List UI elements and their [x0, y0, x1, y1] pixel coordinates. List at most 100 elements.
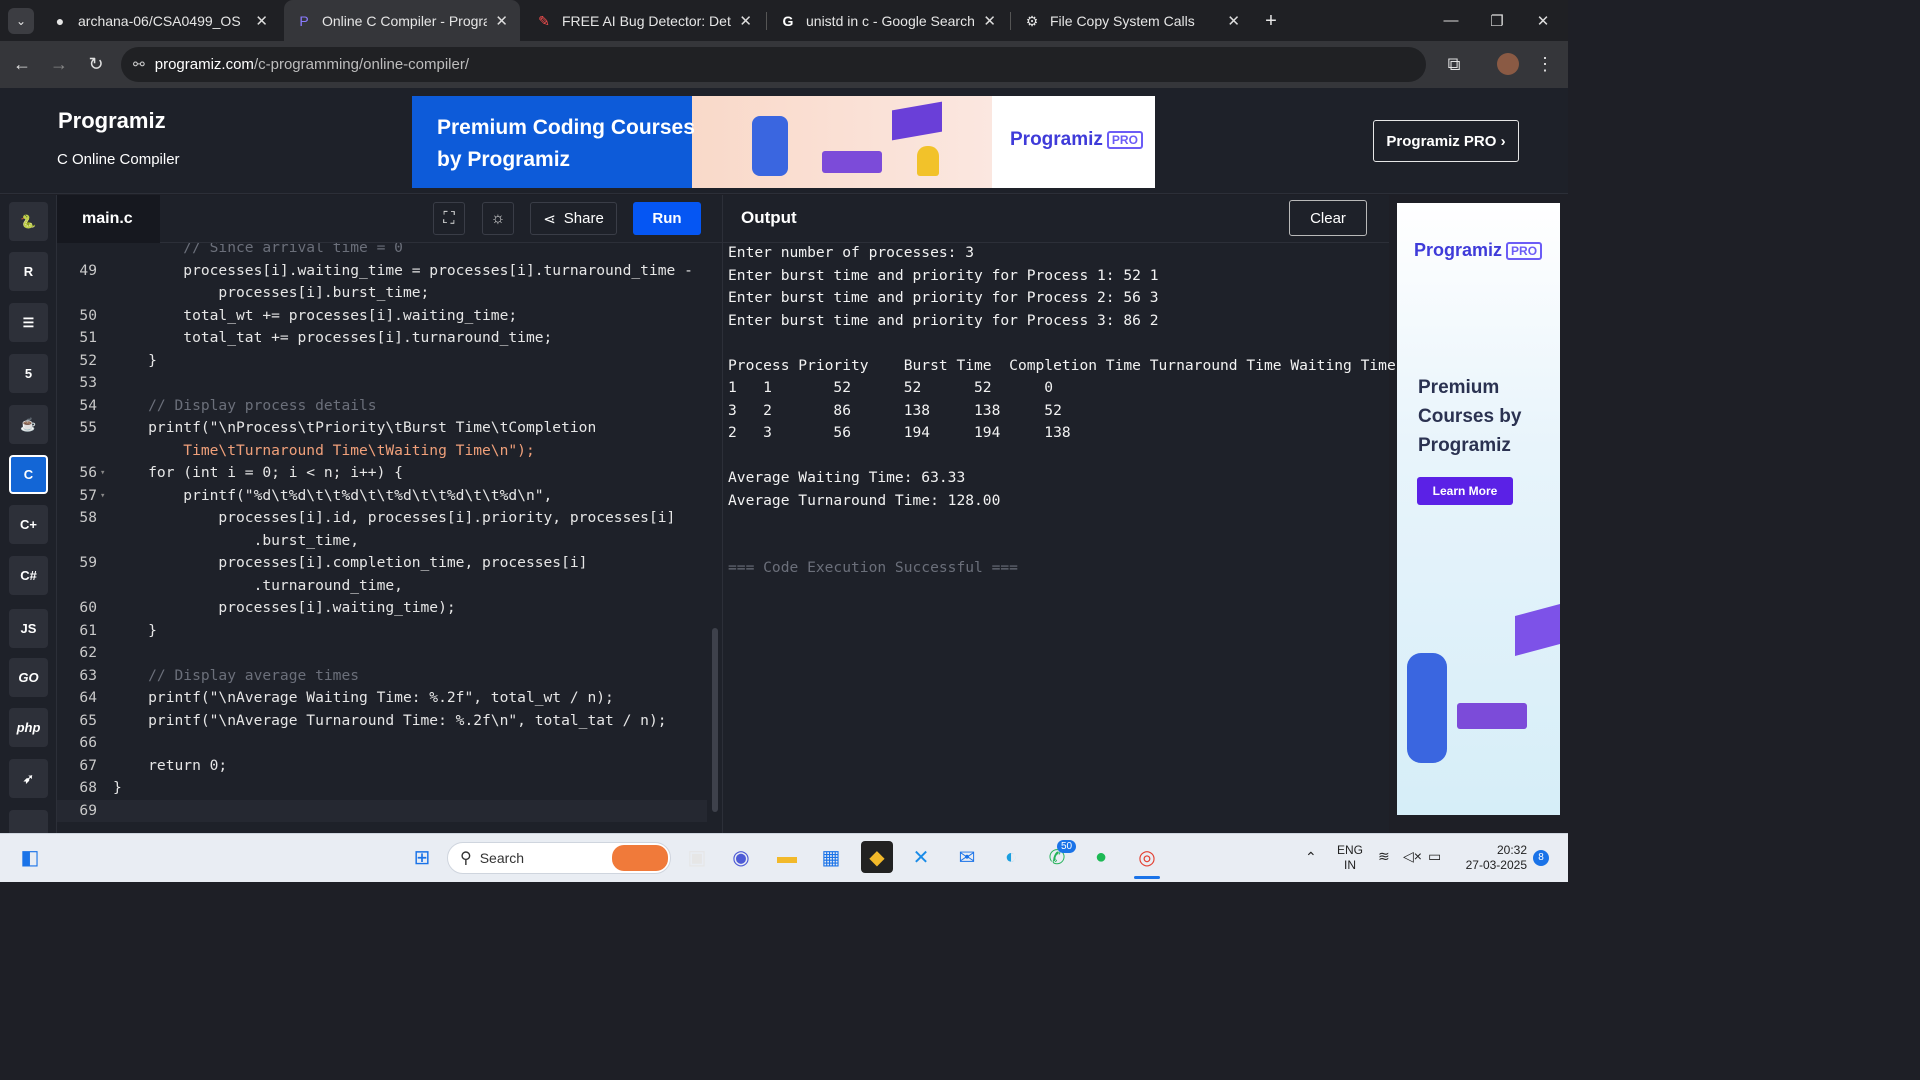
file-explorer-icon[interactable]: ▬ [771, 841, 803, 873]
java-icon[interactable]: ☕ [9, 405, 48, 444]
rust-icon[interactable] [9, 810, 48, 833]
reload-button[interactable]: ↻ [83, 51, 109, 77]
line-number: 62 [79, 644, 97, 661]
plus-icon: + [1265, 9, 1277, 32]
run-button[interactable]: Run [633, 202, 701, 235]
edge-icon[interactable]: ◐ [995, 841, 1027, 873]
store-icon[interactable]: ▦ [815, 841, 847, 873]
back-button[interactable]: ← [9, 51, 35, 77]
minimize-button[interactable]: — [1428, 0, 1474, 41]
clear-button[interactable]: Clear [1289, 200, 1367, 236]
close-icon[interactable]: ✕ [983, 12, 996, 30]
more-vertical-icon: ⋮ [1536, 53, 1554, 74]
browser-tab[interactable]: G unistd in c - Google Search ✕ [768, 0, 1008, 41]
address-bar[interactable]: ⚯ programiz.com/c-programming/online-com… [121, 47, 1426, 82]
close-icon[interactable]: ✕ [495, 12, 508, 30]
share-icon: ⋖ [543, 210, 556, 228]
browser-tab[interactable]: ⚙ File Copy System Calls ✕ [1012, 0, 1252, 41]
code-line: processes[i].burst_time; [113, 284, 430, 301]
task-view-icon[interactable]: ▣ [681, 841, 713, 873]
taskbar-search[interactable]: ⚲ Search [447, 842, 671, 874]
start-button[interactable]: ⊞ [406, 841, 438, 873]
side-ad[interactable]: Programiz PRO Premium Courses by Programi… [1397, 203, 1560, 815]
browser-tab-active[interactable]: P Online C Compiler - Programiz ✕ [284, 0, 520, 41]
ad-banner[interactable]: Premium Coding Courses by Programiz Prog… [412, 96, 1155, 188]
spotify-icon[interactable]: ● [1085, 841, 1117, 873]
line-number: 67 [79, 757, 97, 774]
notification-badge[interactable]: 8 [1533, 850, 1549, 866]
line-number: 65 [79, 712, 97, 729]
output-console: Enter number of processes: 3 Enter burst… [722, 243, 1396, 833]
browser-tab[interactable]: ✎ FREE AI Bug Detector: Detect B ✕ [524, 0, 764, 41]
programiz-logo[interactable]: Programiz [58, 108, 166, 134]
fold-arrow-icon[interactable]: ▾ [100, 491, 105, 501]
site-info-icon[interactable]: ⚯ [133, 56, 145, 73]
arrow-right-icon: → [50, 53, 68, 74]
output-line: Enter burst time and priority for Proces… [728, 289, 1159, 306]
output-line: Enter number of processes: 3 [728, 244, 975, 261]
code-editor[interactable]: // Since arrival time = 0 49 processes[i… [57, 243, 722, 833]
swift-icon[interactable]: ➶ [9, 759, 48, 798]
extensions-button[interactable]: ⧉ [1441, 51, 1467, 77]
editor-scrollbar[interactable] [712, 628, 718, 812]
chevron-up-icon[interactable]: ⌃ [1305, 850, 1317, 865]
reload-icon: ↻ [88, 53, 104, 74]
code-line: printf("%d\t%d\t\t%d\t\t%d\t\t%d\t\t%d\n… [113, 487, 553, 504]
mail-icon[interactable]: ✉ [951, 841, 983, 873]
restore-button[interactable]: ❐ [1474, 0, 1520, 41]
graduation-cap-illustration [1515, 599, 1560, 657]
html-icon[interactable]: 5 [9, 354, 48, 393]
php-icon[interactable]: php [9, 708, 48, 747]
c-icon[interactable]: C [9, 455, 48, 494]
go-icon[interactable]: GO [9, 658, 48, 697]
widgets-icon[interactable]: ◧ [14, 841, 46, 873]
fullscreen-icon: ⛶ [443, 209, 455, 227]
close-icon[interactable]: ✕ [739, 12, 752, 30]
csharp-icon[interactable]: C# [9, 556, 48, 595]
close-icon[interactable]: ✕ [255, 12, 268, 30]
r-icon[interactable]: R [9, 252, 48, 291]
close-window-button[interactable]: ✕ [1520, 0, 1566, 41]
line-number: 50 [79, 307, 97, 324]
js-icon[interactable]: JS [9, 609, 48, 648]
learn-more-button[interactable]: Learn More [1417, 477, 1513, 505]
tab-search-button[interactable]: ⌄ [8, 8, 34, 34]
file-tab[interactable]: main.c [57, 195, 160, 243]
share-button[interactable]: ⋖ Share [530, 202, 617, 235]
binance-icon[interactable]: ◆ [861, 841, 893, 873]
theme-toggle-button[interactable]: ☼ [482, 202, 514, 235]
puzzle-icon: ⧉ [1447, 53, 1461, 74]
arrow-left-icon: ← [13, 53, 31, 74]
vscode-icon[interactable]: ✕ [905, 841, 937, 873]
browser-menu-button[interactable]: ⋮ [1532, 51, 1558, 77]
code-line: // Since arrival time = 0 [113, 243, 403, 256]
forward-button[interactable]: → [46, 51, 72, 77]
wifi-icon[interactable]: ≋ [1378, 849, 1390, 864]
fold-arrow-icon[interactable]: ▾ [100, 468, 105, 478]
cpp-icon[interactable]: C+ [9, 505, 48, 544]
clock[interactable]: 20:32 27-03-2025 [1455, 843, 1527, 873]
banner-headline: Premium Coding Courses by Programiz [437, 116, 695, 171]
code-line: total_wt += processes[i].waiting_time; [113, 307, 518, 324]
profile-avatar[interactable] [1497, 53, 1519, 75]
browser-tab[interactable]: ● archana-06/CSA0499_OS ✕ [40, 0, 280, 41]
line-number: 53 [79, 374, 97, 391]
sql-icon[interactable]: ☰ [9, 303, 48, 342]
new-tab-button[interactable]: + [1258, 8, 1284, 34]
line-number: 60 [79, 599, 97, 616]
language-indicator[interactable]: ENG IN [1334, 843, 1366, 873]
meet-icon[interactable]: ◉ [725, 841, 757, 873]
line-number: 63 [79, 667, 97, 684]
code-line: printf("\nAverage Turnaround Time: %.2f\… [113, 712, 667, 729]
share-label: Share [563, 210, 604, 227]
student-illustration [752, 116, 788, 176]
line-number: 52 [79, 352, 97, 369]
battery-icon[interactable]: ▭ [1428, 849, 1441, 864]
code-line: // Display average times [113, 667, 360, 684]
python-icon[interactable]: 🐍 [9, 202, 48, 241]
fullscreen-button[interactable]: ⛶ [433, 202, 465, 235]
close-icon[interactable]: ✕ [1227, 12, 1240, 30]
programiz-pro-button[interactable]: Programiz PRO › [1373, 120, 1519, 162]
chrome-icon[interactable]: ◎ [1131, 841, 1163, 873]
volume-muted-icon[interactable]: ◁× [1403, 849, 1422, 864]
